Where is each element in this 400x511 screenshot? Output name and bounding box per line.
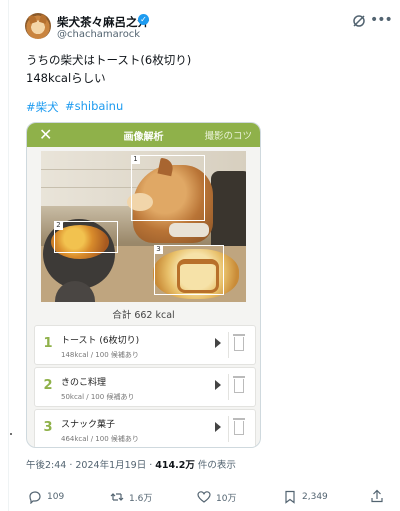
avatar-ear-left — [27, 14, 38, 24]
detection-box-1 — [131, 155, 205, 221]
author-handle[interactable]: @chachamarock — [57, 29, 140, 40]
total-calories: 合計 662 kcal — [112, 310, 175, 321]
food-item-calories: 148kcal / 100 候補あり — [61, 351, 139, 359]
tweet-timestamp[interactable]: 午後2:44 · 2024年1月19日 · — [26, 460, 155, 471]
trash-icon — [233, 376, 245, 394]
bookmark-button[interactable]: 2,349 — [283, 489, 328, 505]
detection-label-2: 2 — [54, 221, 63, 230]
timeline-border — [8, 0, 9, 511]
app-header: ✕ 画像解析 撮影のコツ — [27, 123, 260, 147]
hashtag-link[interactable]: #柴犬 — [26, 99, 59, 115]
repost-icon — [110, 493, 124, 501]
trash-icon — [233, 334, 245, 352]
food-item: 1 トースト (6枚切り) 148kcal / 100 候補あり — [34, 325, 256, 365]
chevron-right-icon — [215, 422, 221, 432]
view-count: 414.2万 — [155, 460, 195, 471]
food-item-name: きのこ料理 — [61, 378, 107, 388]
detection-box-3 — [154, 245, 224, 295]
reply-count: 109 — [47, 492, 65, 502]
tweet-text-line2: 148kcalらしい — [26, 71, 106, 85]
more-options-icon[interactable]: ••• — [370, 12, 393, 28]
analyzed-photo: 1 2 3 — [41, 151, 246, 302]
food-item-calories: 50kcal / 100 候補あり — [61, 393, 135, 401]
bookmark-count: 2,349 — [302, 492, 328, 502]
grok-icon[interactable] — [352, 14, 366, 28]
food-item: 3 スナック菓子 464kcal / 100 候補あり — [34, 409, 256, 447]
reply-icon — [29, 491, 41, 504]
trash-icon — [233, 418, 245, 436]
bookmark-icon — [285, 490, 295, 504]
food-item-calories: 464kcal / 100 候補あり — [61, 435, 139, 443]
share-icon[interactable] — [370, 489, 384, 503]
food-item-number: 3 — [43, 420, 53, 435]
food-item-name: スナック菓子 — [61, 420, 116, 430]
chevron-right-icon — [215, 338, 221, 348]
tweet-meta: 午後2:44 · 2024年1月19日 · 414.2万 件の表示 — [26, 457, 236, 471]
verified-badge-icon: ✓ — [138, 14, 149, 25]
like-button[interactable]: 10万 — [197, 489, 236, 505]
food-item-number: 2 — [43, 378, 53, 393]
reply-button[interactable]: 109 — [28, 489, 64, 505]
food-item-name: トースト (6枚切り) — [61, 336, 140, 346]
photo-tips-link: 撮影のコツ — [204, 131, 252, 142]
avatar[interactable] — [25, 13, 51, 39]
detection-box-2 — [54, 221, 118, 253]
hashtag-link[interactable]: #shibainu — [65, 99, 123, 113]
like-count: 10万 — [216, 493, 237, 504]
repost-count: 1.6万 — [129, 493, 153, 504]
chevron-right-icon — [215, 380, 221, 390]
view-count-label: 件の表示 — [194, 460, 236, 471]
attached-image[interactable]: ✕ 画像解析 撮影のコツ 1 2 3 合計 662 kcal 1 トースト (6… — [26, 122, 261, 448]
shiba-bandana — [169, 223, 209, 237]
item-separator — [228, 374, 229, 400]
item-separator — [228, 416, 229, 442]
dot-mark — [10, 433, 12, 435]
item-separator — [228, 332, 229, 358]
avatar-ear-right — [38, 14, 49, 24]
tweet-text-line1: うちの柴犬はトースト(6枚切り) — [26, 53, 192, 67]
author-name[interactable]: 柴犬茶々麻呂之介 — [57, 14, 149, 30]
food-item: 2 きのこ料理 50kcal / 100 候補あり — [34, 367, 256, 407]
detection-label-1: 1 — [131, 155, 140, 164]
food-item-number: 1 — [43, 336, 53, 351]
action-bar: 109 1.6万 10万 2,349 — [0, 489, 400, 505]
heart-icon — [197, 491, 211, 503]
repost-button[interactable]: 1.6万 — [110, 489, 152, 505]
detection-label-3: 3 — [154, 245, 163, 254]
